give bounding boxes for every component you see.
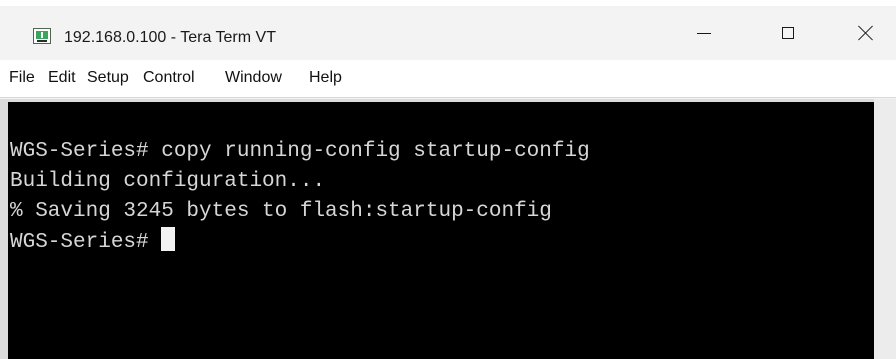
window-title: 192.168.0.100 - Tera Term VT	[64, 29, 276, 46]
menu-setup[interactable]: Setup	[87, 69, 129, 87]
close-button[interactable]	[836, 6, 896, 60]
terminal-line-3: % Saving 3245 bytes to flash:startup-con…	[10, 200, 552, 223]
monitor-screen-icon-part	[36, 31, 48, 39]
terminal-line-2: Building configuration...	[10, 170, 326, 193]
monitor-stand-icon-part	[37, 40, 47, 42]
terminal-prompt-line: WGS-Series#	[10, 227, 176, 258]
terminal-line-1: WGS-Series# copy running-config startup-…	[10, 140, 590, 163]
menu-help[interactable]: Help	[309, 69, 342, 87]
menu-edit[interactable]: Edit	[48, 69, 76, 87]
terminal-output[interactable]: WGS-Series# copy running-config startup-…	[8, 102, 874, 359]
maximize-icon	[782, 27, 794, 39]
menu-control[interactable]: Control	[143, 69, 195, 87]
vertical-scrollbar[interactable]	[874, 99, 896, 359]
menu-bar: File Edit Setup Control Window Help	[0, 60, 896, 98]
menu-window[interactable]: Window	[225, 69, 282, 87]
tera-term-window: 192.168.0.100 - Tera Term VT File Edit S…	[0, 0, 896, 359]
current-prompt: WGS-Series#	[10, 231, 162, 254]
menu-file[interactable]: File	[9, 69, 35, 87]
tera-term-app-icon[interactable]	[33, 28, 51, 44]
minimize-icon	[697, 32, 711, 34]
maximize-button[interactable]	[758, 6, 818, 60]
minimize-button[interactable]	[674, 6, 734, 60]
close-icon	[858, 25, 874, 41]
text-cursor	[161, 227, 176, 251]
